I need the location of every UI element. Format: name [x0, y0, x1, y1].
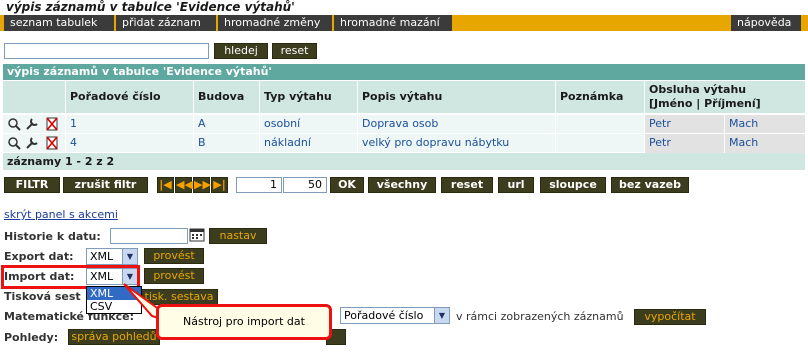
sprava-pohledu-button[interactable]: správa pohledů: [68, 329, 160, 345]
header-actions: [3, 81, 65, 113]
cell-budova: A: [193, 115, 259, 134]
header-obsluha-sub: [Jméno | Příjmení]: [649, 97, 761, 110]
v-ramci-label: v rámci zobrazených záznamů: [456, 310, 624, 323]
menu-seznam-tabulek[interactable]: seznam tabulek: [4, 15, 116, 31]
delete-icon[interactable]: [45, 136, 59, 150]
page-title: výpis záznamů v tabulce 'Evidence výtahů…: [6, 0, 295, 14]
bez-vazeb-button[interactable]: bez vazeb: [611, 177, 689, 193]
cell-prijmeni: Mach: [724, 134, 805, 153]
url-button[interactable]: url: [498, 177, 534, 193]
table-header-row: Pořadové číslo Budova Typ výtahu Popis v…: [3, 81, 805, 113]
header-obsluha-vytahu[interactable]: Obsluha výtahu [Jméno | Příjmení]: [644, 81, 805, 113]
cell-typ-vytahu: osobní: [259, 115, 357, 134]
search-input[interactable]: [4, 43, 209, 59]
menu-pridat-zaznam[interactable]: přidat záznam: [116, 15, 218, 31]
import-tooltip: Nástroj pro import dat: [156, 304, 332, 340]
next-page-icon[interactable]: ▶▶: [193, 177, 211, 193]
calendar-icon[interactable]: [189, 228, 205, 242]
table-row: 4 B nákladní velký pro dopravu nábytku P…: [3, 133, 805, 153]
from-input[interactable]: 1: [236, 177, 282, 193]
hide-panel-link[interactable]: skrýt panel s akcemi: [4, 208, 118, 221]
cell-popis-vytahu: velký pro dopravu nábytku: [357, 134, 555, 153]
historie-label: Historie k datu:: [4, 230, 101, 243]
filtr-button[interactable]: FILTR: [4, 177, 60, 193]
export-format-value: XML: [90, 250, 114, 263]
first-page-icon[interactable]: |◀: [157, 177, 174, 193]
search-reset-button[interactable]: reset: [272, 43, 317, 59]
pohledy-label: Pohledy:: [4, 331, 59, 344]
export-format-select[interactable]: XML ▼: [86, 248, 138, 265]
historie-date-input[interactable]: [110, 228, 188, 244]
cell-budova: B: [193, 134, 259, 153]
chevron-down-icon[interactable]: ▼: [122, 249, 137, 264]
cell-poznamka: [555, 115, 644, 134]
header-popis-vytahu[interactable]: Popis výtahu: [357, 81, 555, 113]
cell-jmeno: Petr: [644, 134, 724, 153]
zrusit-filtr-button[interactable]: zrušit filtr: [63, 177, 148, 193]
menu-hromadne-mazani[interactable]: hromadné mazání: [334, 15, 454, 31]
view-icon[interactable]: [7, 136, 21, 150]
menu-napoveda[interactable]: nápověda: [731, 15, 801, 31]
count-input[interactable]: 50: [283, 177, 327, 193]
cell-poradove-cislo[interactable]: 4: [65, 134, 193, 153]
header-poradove-cislo[interactable]: Pořadové číslo: [65, 81, 193, 113]
cell-prijmeni: Mach: [724, 115, 805, 134]
cell-poradove-cislo[interactable]: 1: [65, 115, 193, 134]
ok-button[interactable]: OK: [330, 177, 364, 193]
nastav-button[interactable]: nastav: [209, 228, 267, 244]
menu-hromadne-zmeny[interactable]: hromadné změny: [218, 15, 334, 31]
export-provest-button[interactable]: provést: [144, 248, 204, 264]
header-obsluha-label: Obsluha výtahu: [649, 83, 747, 96]
view-icon[interactable]: [7, 117, 21, 131]
sloupce-button[interactable]: sloupce: [540, 177, 606, 193]
export-label: Export dat:: [4, 250, 74, 263]
edit-icon[interactable]: [25, 136, 39, 150]
cell-poznamka: [555, 134, 644, 153]
table-caption: výpis záznamů v tabulce 'Evidence výtahů…: [3, 64, 805, 80]
delete-icon[interactable]: [45, 117, 59, 131]
header-poznamka[interactable]: Poznámka: [555, 81, 644, 113]
cell-jmeno: Petr: [644, 115, 724, 134]
table-row: 1 A osobní Doprava osob Petr Mach: [3, 114, 805, 134]
tiskova-label: Tisková sest: [4, 290, 81, 303]
chevron-down-icon[interactable]: ▼: [434, 308, 449, 323]
column-select[interactable]: Pořadové číslo ▼: [340, 307, 450, 324]
cell-typ-vytahu: nákladní: [259, 134, 357, 153]
search-button[interactable]: hledej: [214, 43, 268, 59]
last-page-icon[interactable]: ▶|: [211, 177, 228, 193]
prev-page-icon[interactable]: ◀◀: [175, 177, 193, 193]
record-count: záznamy 1 - 2 z 2: [3, 153, 805, 170]
edit-icon[interactable]: [25, 117, 39, 131]
reset-button[interactable]: reset: [441, 177, 493, 193]
vsechny-button[interactable]: všechny: [368, 177, 436, 193]
menu-bar: seznam tabulek přidat záznam hromadné zm…: [0, 15, 808, 31]
vypocitat-button[interactable]: vypočítat: [634, 309, 706, 325]
cell-popis-vytahu: Doprava osob: [357, 115, 555, 134]
column-select-value: Pořadové číslo: [344, 309, 424, 322]
header-budova[interactable]: Budova: [193, 81, 259, 113]
header-typ-vytahu[interactable]: Typ výtahu: [259, 81, 357, 113]
